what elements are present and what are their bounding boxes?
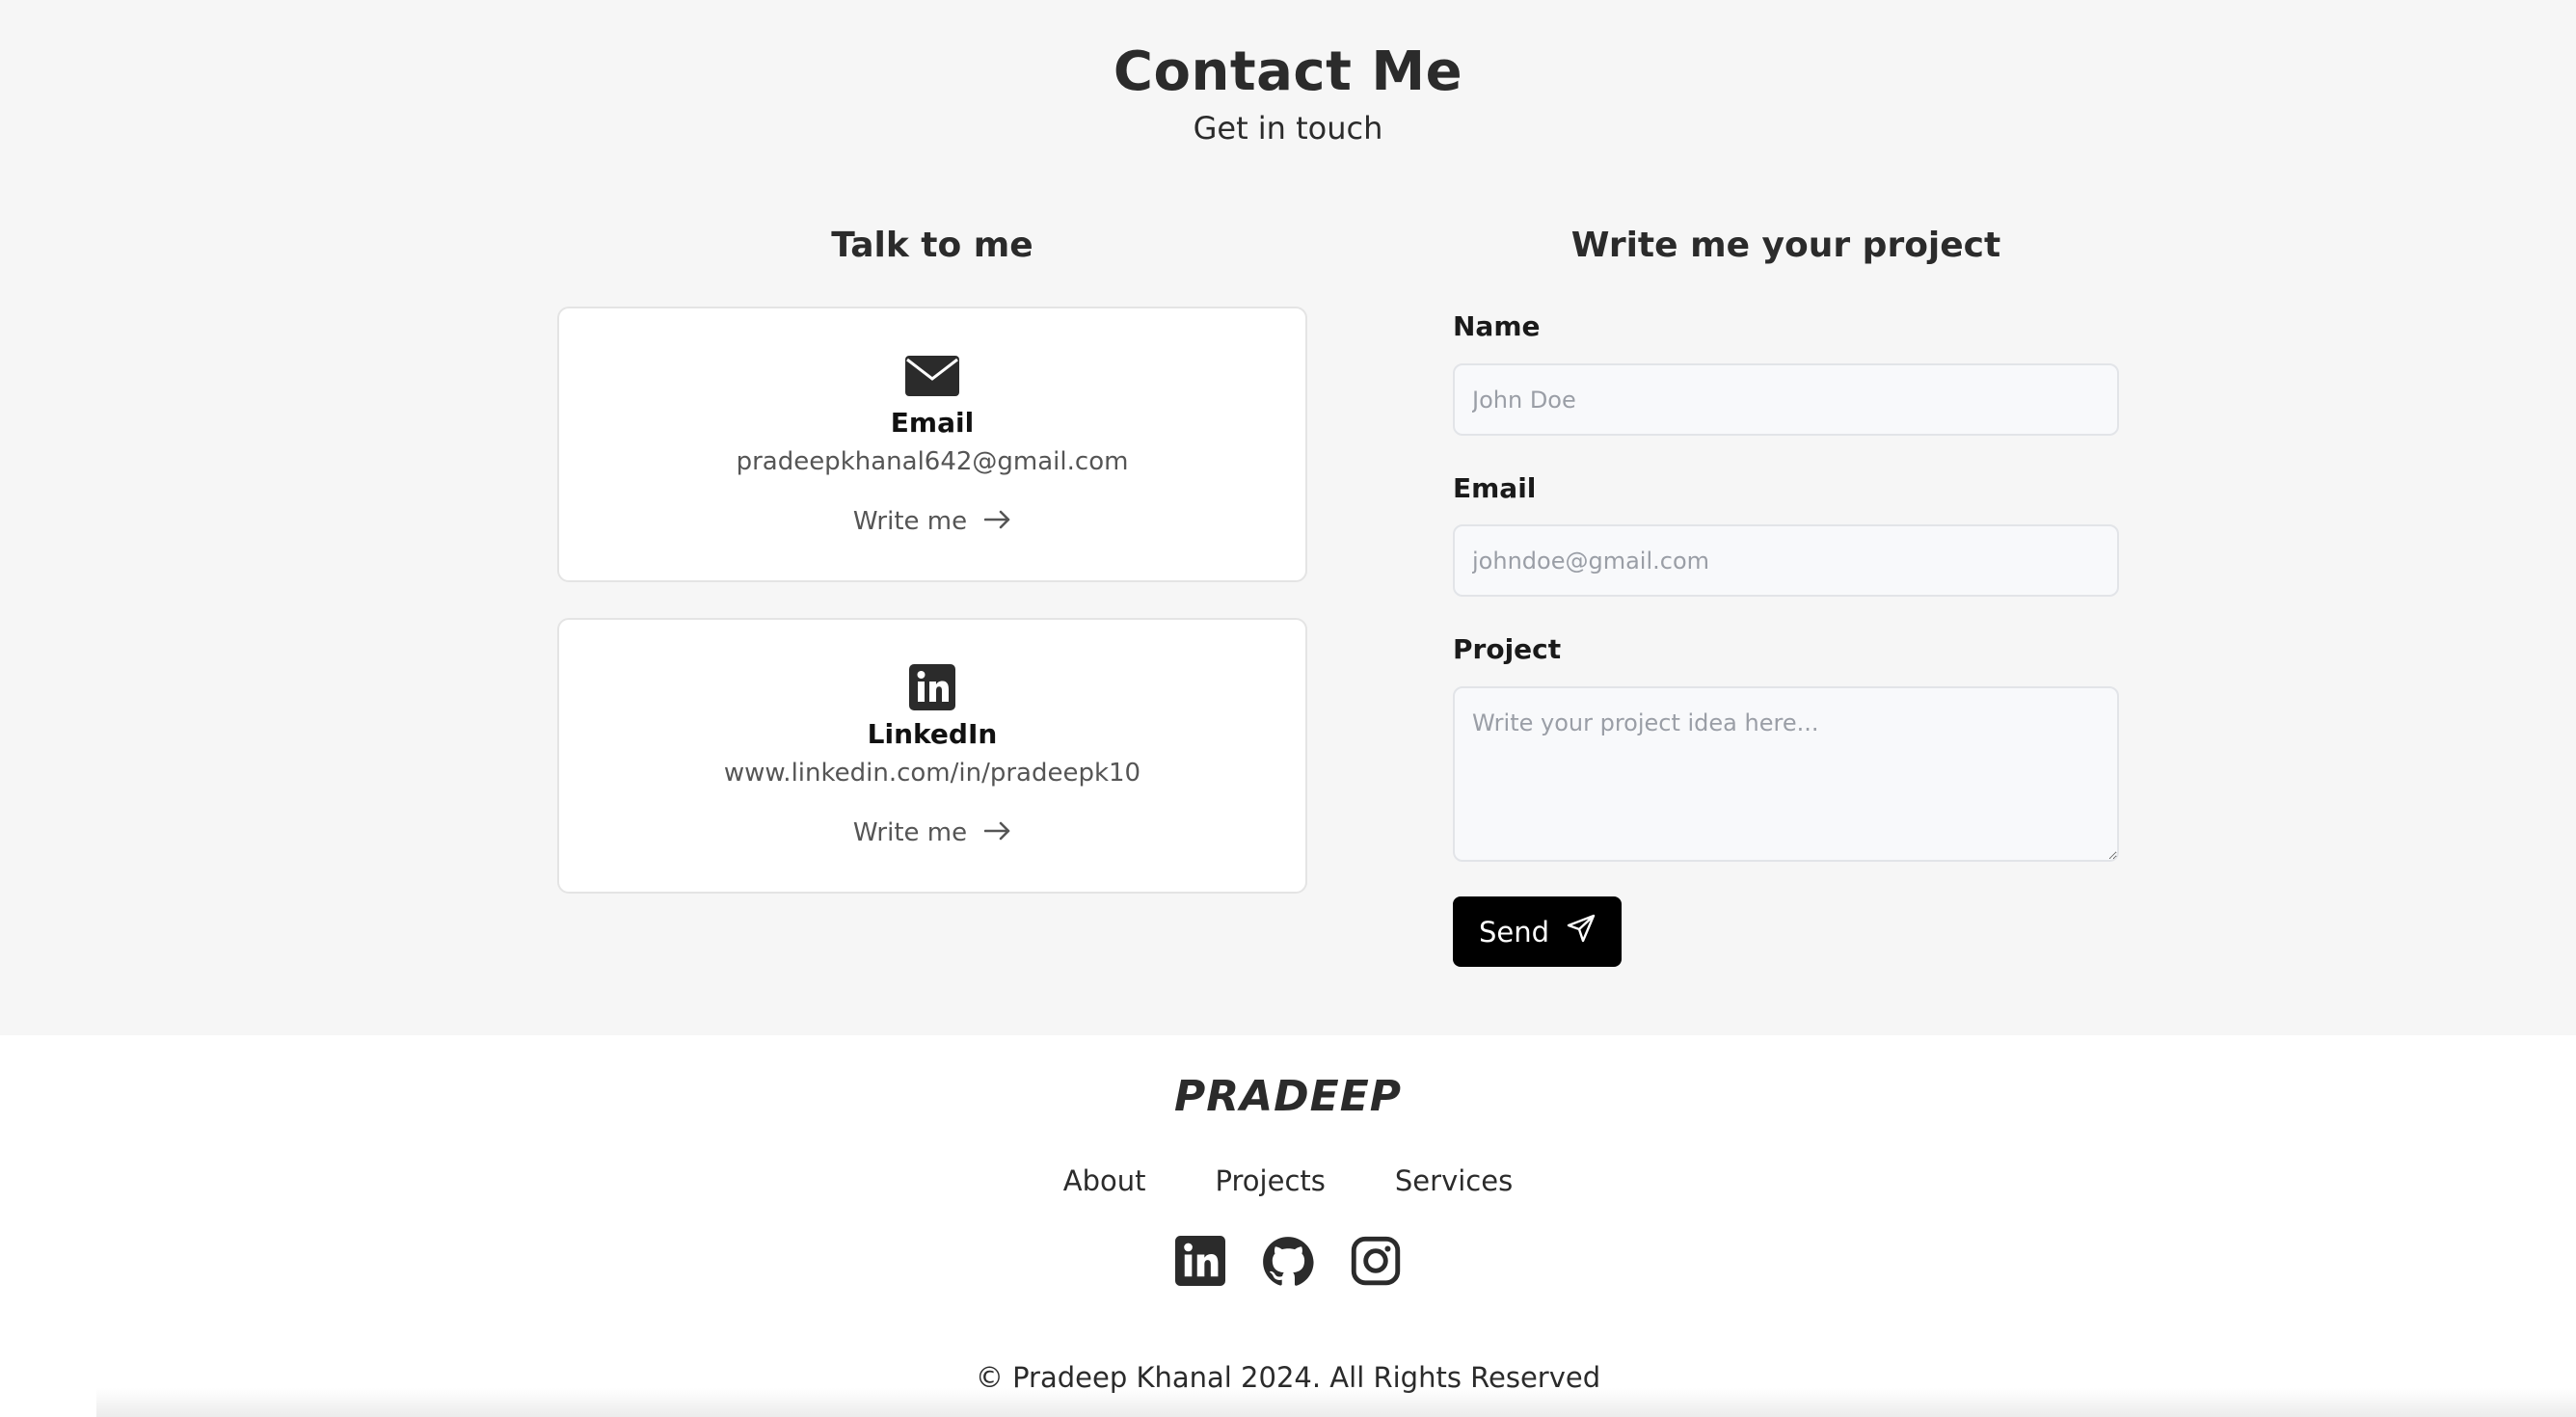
talk-title: Talk to me: [831, 226, 1033, 265]
page-title: Contact Me: [1113, 40, 1463, 103]
arrow-right-icon: [983, 507, 1011, 536]
linkedin-write-me-link[interactable]: Write me: [559, 818, 1305, 847]
linkedin-card-title: LinkedIn: [867, 718, 998, 750]
footer-link-projects[interactable]: Projects: [1216, 1164, 1326, 1197]
send-button[interactable]: Send: [1453, 896, 1622, 967]
write-me-label: Write me: [852, 818, 968, 847]
email-write-me-link[interactable]: Write me: [559, 507, 1305, 536]
linkedin-icon: [559, 664, 1305, 710]
footer-social-links: [0, 1236, 2576, 1288]
bottom-shadow: [96, 1388, 2576, 1417]
name-label: Name: [1453, 310, 1541, 342]
send-label: Send: [1478, 915, 1550, 949]
github-icon[interactable]: [1262, 1236, 1314, 1288]
instagram-icon[interactable]: [1351, 1236, 1401, 1288]
project-label: Project: [1453, 633, 1562, 665]
linkedin-card: LinkedIn www.linkedin.com/in/pradeepk10 …: [557, 618, 1307, 894]
envelope-icon: [559, 353, 1305, 399]
footer-link-services[interactable]: Services: [1395, 1164, 1513, 1197]
form-title: Write me your project: [1570, 226, 2001, 265]
footer: PRADEEP About Projects Services © Pradee…: [0, 1035, 2576, 1417]
email-card: Email pradeepkhanal642@gmail.com Write m…: [557, 307, 1307, 582]
email-input[interactable]: [1453, 524, 2119, 597]
write-me-label: Write me: [852, 507, 968, 536]
footer-logo[interactable]: PRADEEP: [0, 1072, 2576, 1121]
linkedin-url: www.linkedin.com/in/pradeepk10: [723, 759, 1141, 788]
paper-plane-icon: [1567, 914, 1596, 949]
linkedin-icon[interactable]: [1175, 1236, 1225, 1288]
page-subtitle: Get in touch: [1193, 110, 1383, 147]
contact-section: Contact Me Get in touch Talk to me Write…: [0, 0, 2576, 1035]
project-textarea[interactable]: [1453, 686, 2119, 862]
arrow-right-icon: [983, 818, 1011, 847]
name-input[interactable]: [1453, 363, 2119, 436]
email-label: Email: [1453, 472, 1537, 504]
email-address: pradeepkhanal642@gmail.com: [736, 447, 1129, 476]
footer-nav: About Projects Services: [0, 1164, 2576, 1197]
footer-link-about[interactable]: About: [1063, 1164, 1146, 1197]
email-card-title: Email: [890, 407, 975, 439]
